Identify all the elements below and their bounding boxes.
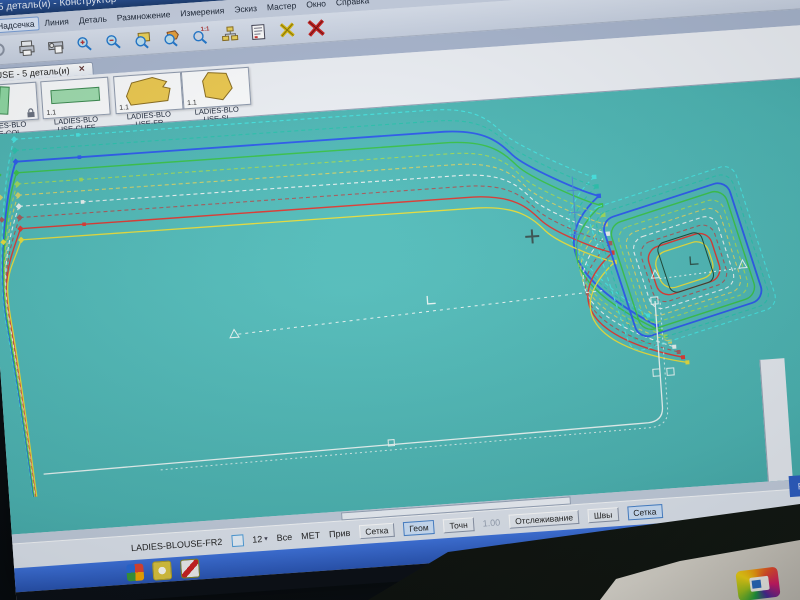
menu-item-nadsechka[interactable]: Надсечка xyxy=(0,16,40,34)
app-window: 5 деталь(и) - Конструктор а Надсечка Лин… xyxy=(0,0,800,600)
sleeve-shape xyxy=(202,72,233,101)
rainbow-logo xyxy=(735,566,781,600)
button-otslezhivanie[interactable]: Отслеживание xyxy=(508,509,580,529)
piece-checkbox[interactable] xyxy=(230,534,244,548)
zoom-window-icon[interactable] xyxy=(130,28,155,52)
pieces-scheme-icon[interactable] xyxy=(217,22,242,46)
menu-item-razmnozhenie[interactable]: Размножение xyxy=(111,7,175,25)
sleeve-measure-line xyxy=(659,267,743,280)
delete-notch-icon[interactable] xyxy=(274,18,299,42)
print-icon[interactable] xyxy=(14,36,39,60)
taskbar-app2-icon[interactable] xyxy=(151,559,173,581)
piece-card-collar[interactable] xyxy=(0,81,39,125)
zoom-in-icon[interactable] xyxy=(72,32,97,56)
status-label-vse: Все xyxy=(276,531,293,543)
zoom-actual-icon[interactable]: 1:1 xyxy=(188,24,213,48)
size-dropdown[interactable]: 12 ▾ xyxy=(252,534,268,545)
scale-value: 1.00 xyxy=(482,517,501,529)
pattern-canvas[interactable] xyxy=(0,74,800,535)
taskbar-app3-icon[interactable] xyxy=(179,557,201,579)
current-piece-name: LADIES-BLOUSE-FR2 xyxy=(130,536,223,554)
status-label-met: МЕТ xyxy=(300,529,321,542)
base-outline xyxy=(43,300,664,475)
measure-line xyxy=(238,290,603,335)
sleeve-grain-mark xyxy=(689,256,699,266)
zoom-actual-label: 1:1 xyxy=(200,26,210,34)
tab-close-icon[interactable]: ✕ xyxy=(78,64,85,74)
menu-item-okno[interactable]: Окно xyxy=(301,0,332,12)
menu-item-eskiz[interactable]: Эскиз xyxy=(229,1,263,17)
base-outline-seam xyxy=(157,302,669,471)
measure-marker-triangle xyxy=(229,328,240,339)
cuff-shape xyxy=(50,86,101,105)
taskbar-app1-icon[interactable] xyxy=(126,562,145,582)
report-icon[interactable] xyxy=(246,20,271,44)
delete-all-icon[interactable] xyxy=(303,16,328,40)
button-setka[interactable]: Сетка xyxy=(626,504,663,521)
chevron-down-icon: ▾ xyxy=(264,535,269,543)
menu-item-izmereniya[interactable]: Измерения xyxy=(175,3,230,21)
piece-card-cuff[interactable]: 1.1 xyxy=(40,76,111,120)
toggle-setka[interactable]: Сетка xyxy=(358,522,395,540)
toggle-tochn[interactable]: Точн xyxy=(443,517,475,534)
piece-card-sleeve[interactable]: 1.1 xyxy=(180,66,252,110)
undo-icon[interactable] xyxy=(0,38,11,62)
front-shape xyxy=(125,77,171,106)
plotter-icon[interactable] xyxy=(43,34,68,58)
photo-stage: 5 деталь(и) - Конструктор а Надсечка Лин… xyxy=(0,0,800,600)
menu-item-master[interactable]: Мастер xyxy=(261,0,301,15)
scale-badge: 1.1 xyxy=(46,109,57,118)
language-indicator[interactable]: RU xyxy=(788,474,800,498)
menu-item-detal[interactable]: Деталь xyxy=(73,11,112,28)
zoom-piece-icon[interactable] xyxy=(159,26,184,50)
menu-item-spravka[interactable]: Справка xyxy=(330,0,374,10)
lock-icon xyxy=(27,108,35,118)
cursor-crosshair xyxy=(525,229,540,244)
piece-card-front[interactable]: 1.1 xyxy=(113,71,184,115)
menu-item-liniya[interactable]: Линия xyxy=(39,14,74,30)
grain-mark xyxy=(426,295,436,305)
toggle-geom[interactable]: Геом xyxy=(402,519,436,537)
collar-shape xyxy=(0,86,10,115)
button-shvy[interactable]: Швы xyxy=(587,507,619,524)
status-label-priv: Прив xyxy=(328,527,351,540)
zoom-out-icon[interactable] xyxy=(101,30,126,54)
